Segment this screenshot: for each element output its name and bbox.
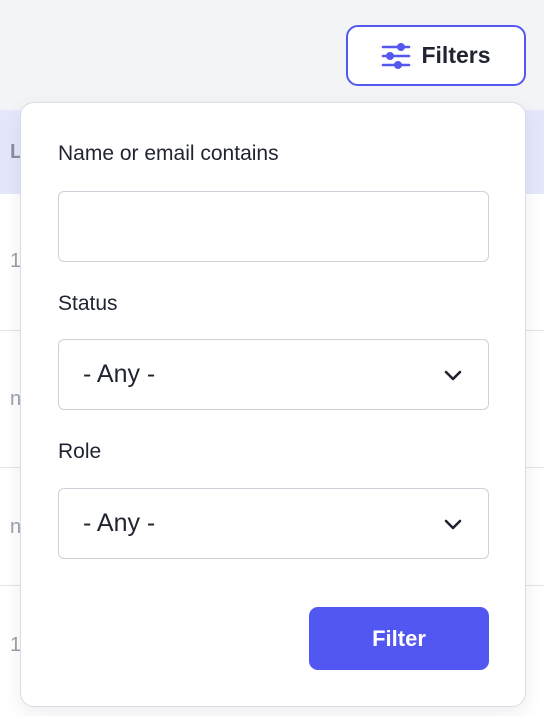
chevron-down-icon [444, 370, 462, 380]
role-select[interactable]: - Any - [58, 488, 489, 559]
name-email-input[interactable] [58, 191, 489, 262]
chevron-down-icon [444, 519, 462, 529]
role-select-value: - Any - [83, 509, 156, 537]
filters-button[interactable]: Filters [346, 25, 526, 86]
filters-button-label: Filters [421, 42, 491, 68]
filter-panel: Name or email contains Status - Any - Ro… [20, 102, 526, 707]
status-select[interactable]: - Any - [58, 339, 489, 410]
status-field-label: Status [58, 292, 118, 315]
name-field-label: Name or email contains [58, 142, 279, 165]
sliders-icon [382, 42, 411, 69]
status-select-value: - Any - [83, 360, 156, 388]
filter-submit-button[interactable]: Filter [309, 607, 489, 670]
role-field-label: Role [58, 440, 102, 463]
